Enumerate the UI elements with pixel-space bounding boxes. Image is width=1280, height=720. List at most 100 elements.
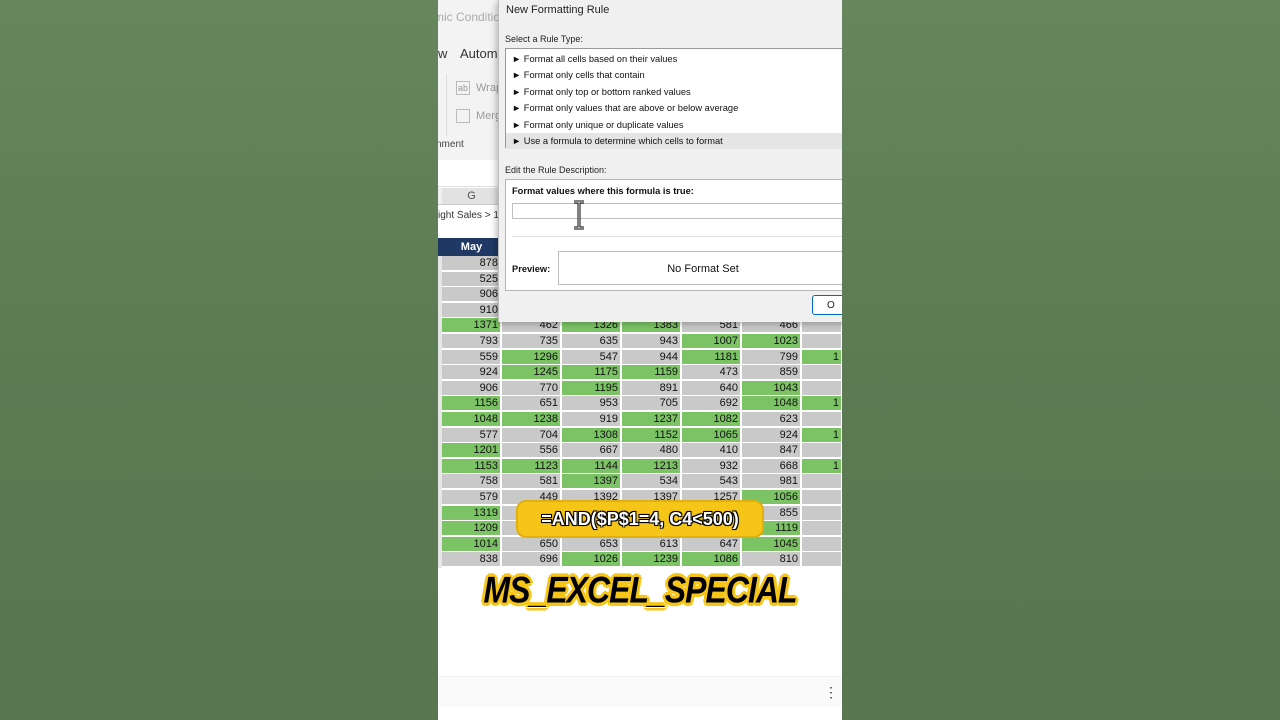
rule-type-item[interactable]: ► Format only cells that contain — [506, 67, 842, 83]
formula-input[interactable] — [512, 203, 842, 219]
rule-type-item[interactable]: ► Format only top or bottom ranked value… — [506, 84, 842, 100]
ribbon-tab-view[interactable]: w — [438, 46, 447, 61]
table-cell[interactable]: 577 — [442, 427, 501, 443]
table-cell[interactable]: 704 — [502, 427, 561, 443]
rule-type-item[interactable]: ► Format only unique or duplicate values — [506, 117, 842, 133]
table-cell[interactable]: 473 — [682, 365, 741, 381]
table-cell[interactable]: 1144 — [562, 458, 621, 474]
table-cell[interactable]: 910 — [442, 302, 501, 318]
rule-type-item[interactable]: ► Format all cells based on their values — [506, 51, 842, 67]
table-cell[interactable]: 613 — [622, 536, 681, 552]
table-cell[interactable]: 1 — [802, 458, 842, 474]
table-cell[interactable]: 932 — [682, 458, 741, 474]
table-cell[interactable]: 770 — [502, 380, 561, 396]
table-cell[interactable]: 1 — [802, 396, 842, 412]
table-cell[interactable]: 653 — [562, 536, 621, 552]
table-cell[interactable]: 906 — [442, 287, 501, 303]
table-cell[interactable]: 810 — [742, 552, 801, 568]
table-cell[interactable]: 1213 — [622, 458, 681, 474]
table-cell[interactable]: 1048 — [442, 412, 501, 427]
table-cell[interactable]: 1159 — [622, 365, 681, 381]
table-cell[interactable]: 650 — [502, 536, 561, 552]
table-cell[interactable] — [802, 490, 842, 505]
table-cell[interactable]: 705 — [622, 396, 681, 412]
table-cell[interactable]: 1007 — [682, 334, 741, 349]
table-cell[interactable]: 1209 — [442, 521, 501, 537]
table-cell[interactable] — [802, 412, 842, 427]
table-cell[interactable]: 581 — [502, 474, 561, 490]
table-cell[interactable]: 623 — [742, 412, 801, 427]
table-cell[interactable]: 758 — [442, 474, 501, 490]
table-cell[interactable]: 1026 — [562, 552, 621, 568]
table-cell[interactable]: 692 — [682, 396, 741, 412]
table-cell[interactable]: 799 — [742, 349, 801, 365]
table-cell[interactable]: 635 — [562, 334, 621, 349]
rule-type-list[interactable]: ► Format all cells based on their values… — [505, 48, 842, 150]
table-cell[interactable]: 1245 — [502, 365, 561, 381]
table-cell[interactable]: 981 — [742, 474, 801, 490]
header-may[interactable]: May — [442, 238, 501, 256]
more-vertical-icon[interactable]: ⋮ — [824, 684, 838, 701]
merge-button[interactable]: Merg — [456, 109, 501, 123]
table-cell[interactable]: 1239 — [622, 552, 681, 568]
table-cell[interactable] — [802, 552, 842, 568]
table-cell[interactable]: 579 — [442, 490, 501, 505]
table-cell[interactable]: 1 — [802, 427, 842, 443]
table-cell[interactable]: 696 — [502, 552, 561, 568]
table-cell[interactable]: 1296 — [502, 349, 561, 365]
table-cell[interactable] — [802, 536, 842, 552]
table-cell[interactable]: 1175 — [562, 365, 621, 381]
table-cell[interactable]: 1023 — [742, 334, 801, 349]
table-cell[interactable]: 1123 — [502, 458, 561, 474]
table-cell[interactable]: 1048 — [742, 396, 801, 412]
table-cell[interactable]: 1 — [802, 349, 842, 365]
table-cell[interactable]: 543 — [682, 474, 741, 490]
table-cell[interactable]: 534 — [622, 474, 681, 490]
table-cell[interactable] — [802, 505, 842, 521]
table-cell[interactable] — [802, 334, 842, 349]
rule-type-item-selected[interactable]: ► Use a formula to determine which cells… — [506, 133, 842, 150]
table-cell[interactable]: 953 — [562, 396, 621, 412]
table-cell[interactable]: 1152 — [622, 427, 681, 443]
table-cell[interactable]: 859 — [742, 365, 801, 381]
table-cell[interactable]: 556 — [502, 443, 561, 459]
table-cell[interactable]: 1201 — [442, 443, 501, 459]
table-cell[interactable] — [802, 443, 842, 459]
table-cell[interactable]: 410 — [682, 443, 741, 459]
table-cell[interactable]: 480 — [622, 443, 681, 459]
table-cell[interactable]: 1014 — [442, 536, 501, 552]
table-cell[interactable]: 1308 — [562, 427, 621, 443]
table-cell[interactable] — [802, 474, 842, 490]
table-cell[interactable]: 878 — [442, 256, 501, 271]
table-cell[interactable] — [802, 365, 842, 381]
table-cell[interactable]: 793 — [442, 334, 501, 349]
table-cell[interactable]: 924 — [442, 365, 501, 381]
table-cell[interactable]: 640 — [682, 380, 741, 396]
wrap-text-button[interactable]: ab Wrap — [456, 81, 502, 95]
table-cell[interactable]: 944 — [622, 349, 681, 365]
table-cell[interactable]: 668 — [742, 458, 801, 474]
table-cell[interactable]: 847 — [742, 443, 801, 459]
table-cell[interactable]: 1237 — [622, 412, 681, 427]
table-cell[interactable]: 1397 — [562, 474, 621, 490]
table-cell[interactable]: 1195 — [562, 380, 621, 396]
table-cell[interactable] — [802, 380, 842, 396]
table-cell[interactable]: 891 — [622, 380, 681, 396]
table-cell[interactable]: 1086 — [682, 552, 741, 568]
table-cell[interactable]: 1153 — [442, 458, 501, 474]
table-cell[interactable]: 919 — [562, 412, 621, 427]
table-cell[interactable]: 924 — [742, 427, 801, 443]
table-cell[interactable]: 943 — [622, 334, 681, 349]
table-cell[interactable]: 1045 — [742, 536, 801, 552]
table-cell[interactable]: 647 — [682, 536, 741, 552]
table-cell[interactable]: 1181 — [682, 349, 741, 365]
ribbon-tab-automate[interactable]: Autom — [460, 46, 498, 61]
table-cell[interactable]: 1319 — [442, 505, 501, 521]
ok-button[interactable]: O — [812, 295, 842, 315]
rule-type-item[interactable]: ► Format only values that are above or b… — [506, 100, 842, 116]
table-cell[interactable]: 525 — [442, 271, 501, 287]
table-cell[interactable]: 1065 — [682, 427, 741, 443]
table-cell[interactable]: 667 — [562, 443, 621, 459]
table-cell[interactable]: 559 — [442, 349, 501, 365]
table-cell[interactable]: 1156 — [442, 396, 501, 412]
